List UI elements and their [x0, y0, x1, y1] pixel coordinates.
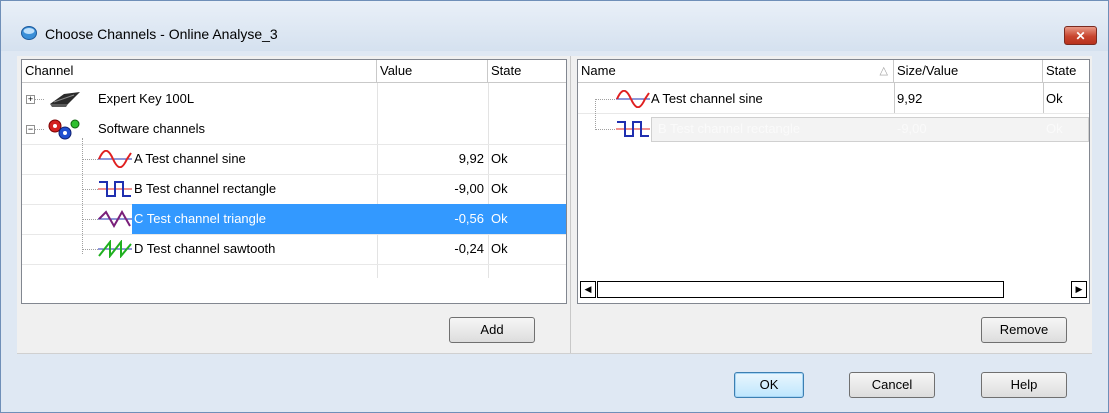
selected-channel-state: Ok	[1046, 91, 1063, 106]
selected-row-a[interactable]: A Test channel sine 9,92 Ok	[578, 84, 1089, 114]
triangle-wave-icon	[98, 210, 132, 228]
gears-icon	[48, 119, 80, 140]
channel-value: 9,92	[458, 151, 484, 166]
channel-list-header: Channel Value State	[22, 60, 566, 83]
channel-label: B Test channel rectangle	[134, 181, 277, 196]
column-header-name[interactable]: Name △	[578, 60, 894, 82]
selected-channel-label: B Test channel rectangle	[658, 121, 801, 136]
selected-channel-value: 9,92	[897, 91, 923, 106]
collapse-icon[interactable]: −	[26, 125, 35, 134]
device-icon	[50, 92, 80, 107]
scroll-left-button[interactable]: ◀	[580, 281, 596, 298]
channel-row-c[interactable]: C Test channel triangle -0,56 Ok	[22, 204, 566, 234]
scroll-thumb[interactable]	[597, 281, 1004, 298]
channel-state: Ok	[491, 211, 508, 226]
tree-node-software-channels[interactable]: − Software channels	[22, 114, 566, 144]
column-header-size-value[interactable]: Size/Value	[894, 60, 1043, 82]
window-title: Choose Channels - Online Analyse_3	[45, 26, 278, 42]
channel-value: -9,00	[454, 181, 484, 196]
column-header-state[interactable]: State	[1043, 60, 1089, 82]
panel-splitter[interactable]	[570, 56, 574, 356]
channel-label: A Test channel sine	[134, 151, 246, 166]
selected-row-b[interactable]: B Test channel rectangle -9,00 Ok	[578, 114, 1089, 144]
cancel-button[interactable]: Cancel	[849, 372, 935, 398]
add-button[interactable]: Add	[449, 317, 535, 343]
sawtooth-wave-icon	[98, 240, 132, 258]
app-icon	[21, 26, 37, 40]
selected-channel-state: Ok	[1046, 121, 1063, 136]
rectangle-wave-icon	[616, 121, 650, 137]
column-header-value[interactable]: Value	[377, 60, 488, 82]
selected-channels-list[interactable]: Name △ Size/Value State A Test channel s…	[577, 59, 1090, 304]
help-button[interactable]: Help	[981, 372, 1067, 398]
channel-state: Ok	[491, 181, 508, 196]
scroll-track[interactable]	[1004, 281, 1071, 298]
rectangle-wave-icon	[98, 181, 132, 197]
dialog-window: Choose Channels - Online Analyse_3 ✕ Cha…	[0, 0, 1109, 413]
scroll-right-button[interactable]: ▶	[1071, 281, 1087, 298]
channel-row-d[interactable]: D Test channel sawtooth -0,24 Ok	[22, 234, 566, 264]
sort-ascending-icon: △	[879, 65, 888, 77]
remove-button[interactable]: Remove	[981, 317, 1067, 343]
channel-tree-list[interactable]: Channel Value State + Expert Key 100L − …	[21, 59, 567, 304]
tree-node-expert-key[interactable]: + Expert Key 100L	[22, 84, 566, 114]
dialog-body: Channel Value State + Expert Key 100L − …	[17, 56, 1092, 412]
column-header-channel[interactable]: Channel	[22, 60, 377, 82]
selected-channel-value: -9,00	[897, 121, 927, 136]
channel-state: Ok	[491, 241, 508, 256]
column-header-state[interactable]: State	[488, 60, 566, 82]
title-bar[interactable]: Choose Channels - Online Analyse_3 ✕	[1, 1, 1108, 51]
channel-value: -0,24	[454, 241, 484, 256]
channel-state: Ok	[491, 151, 508, 166]
channel-value: -0,56	[454, 211, 484, 226]
channel-label: D Test channel sawtooth	[134, 241, 276, 256]
column-header-name-label: Name	[581, 63, 616, 78]
selected-channel-label: A Test channel sine	[651, 91, 763, 106]
sine-wave-icon	[98, 150, 132, 168]
sine-wave-icon	[616, 90, 650, 108]
expand-icon[interactable]: +	[26, 95, 35, 104]
horizontal-scrollbar[interactable]: ◀ ▶	[578, 280, 1089, 299]
selected-list-header: Name △ Size/Value State	[578, 60, 1089, 83]
close-button[interactable]: ✕	[1064, 26, 1097, 45]
channel-label: C Test channel triangle	[134, 211, 267, 226]
tree-node-label: Expert Key 100L	[98, 91, 195, 106]
channel-row-b[interactable]: B Test channel rectangle -9,00 Ok	[22, 174, 566, 204]
channel-row-a[interactable]: A Test channel sine 9,92 Ok	[22, 144, 566, 174]
tree-node-label: Software channels	[98, 121, 205, 136]
ok-button[interactable]: OK	[734, 372, 804, 398]
